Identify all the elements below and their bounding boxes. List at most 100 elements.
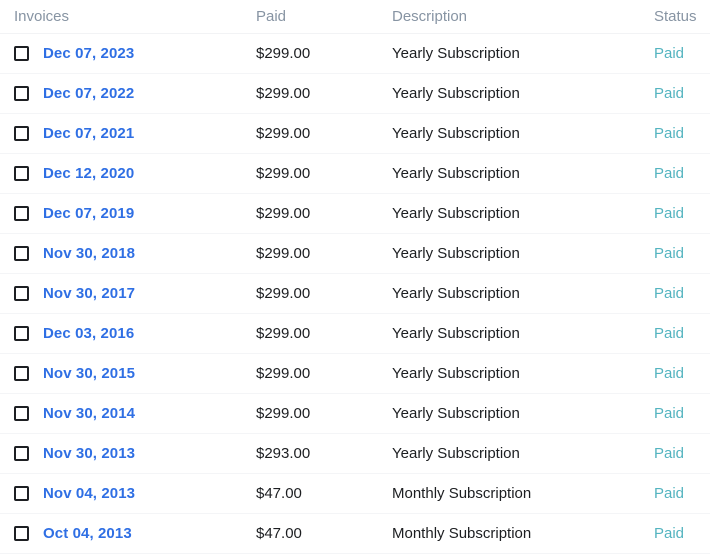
invoice-date-link[interactable]: Dec 12, 2020	[43, 165, 134, 182]
invoice-description: Yearly Subscription	[392, 393, 654, 434]
invoice-cell-content: Dec 07, 2019	[14, 205, 256, 222]
invoice-amount: $299.00	[256, 33, 392, 74]
checkbox-unchecked-icon[interactable]	[14, 286, 29, 301]
invoice-date-link[interactable]: Nov 04, 2013	[43, 485, 135, 502]
invoice-description: Yearly Subscription	[392, 73, 654, 114]
invoice-amount: $299.00	[256, 313, 392, 354]
invoice-cell: Dec 07, 2021	[0, 113, 256, 154]
table-row: Nov 30, 2015 $299.00 Yearly Subscription Pa…	[0, 353, 710, 394]
invoice-description: Yearly Subscription	[392, 433, 654, 474]
invoice-cell: Nov 30, 2018	[0, 233, 256, 274]
invoice-date-link[interactable]: Dec 07, 2021	[43, 125, 134, 142]
invoice-cell: Dec 07, 2019	[0, 193, 256, 234]
invoice-cell: Dec 07, 2023	[0, 33, 256, 74]
invoice-cell: Nov 04, 2013	[0, 473, 256, 514]
table-row: Dec 03, 2016 $299.00 Yearly Subscription Pa…	[0, 313, 710, 354]
invoice-amount: $299.00	[256, 153, 392, 194]
status-badge: Paid	[654, 233, 710, 274]
status-badge: Paid	[654, 393, 710, 434]
checkbox-unchecked-icon[interactable]	[14, 526, 29, 541]
status-badge: Paid	[654, 73, 710, 114]
invoice-date-link[interactable]: Dec 07, 2022	[43, 85, 134, 102]
checkbox-unchecked-icon[interactable]	[14, 86, 29, 101]
invoice-cell-content: Dec 07, 2022	[14, 85, 256, 102]
invoices-table: Invoices Paid Description Status Dec 07,…	[0, 0, 710, 554]
invoice-amount: $299.00	[256, 233, 392, 274]
invoice-cell-content: Dec 03, 2016	[14, 325, 256, 342]
invoice-cell-content: Dec 07, 2021	[14, 125, 256, 142]
status-badge: Paid	[654, 473, 710, 514]
invoice-description: Yearly Subscription	[392, 33, 654, 74]
invoice-date-link[interactable]: Dec 03, 2016	[43, 325, 134, 342]
table-row: Dec 07, 2019 $299.00 Yearly Subscription Pa…	[0, 193, 710, 234]
checkbox-unchecked-icon[interactable]	[14, 246, 29, 261]
invoice-amount: $47.00	[256, 513, 392, 554]
invoice-cell: Dec 12, 2020	[0, 153, 256, 194]
invoice-date-link[interactable]: Dec 07, 2023	[43, 45, 134, 62]
invoice-description: Monthly Subscription	[392, 513, 654, 554]
checkbox-unchecked-icon[interactable]	[14, 326, 29, 341]
invoice-description: Yearly Subscription	[392, 353, 654, 394]
invoice-cell: Dec 03, 2016	[0, 313, 256, 354]
table-row: Nov 30, 2013 $293.00 Yearly Subscription Pa…	[0, 433, 710, 474]
table-row: Oct 04, 2013 $47.00 Monthly Subscription Pa…	[0, 513, 710, 554]
invoice-cell-content: Dec 07, 2023	[14, 45, 256, 62]
checkbox-unchecked-icon[interactable]	[14, 406, 29, 421]
invoices-table-header: Invoices Paid Description Status	[0, 0, 710, 34]
table-row: Nov 30, 2017 $299.00 Yearly Subscription Pa…	[0, 273, 710, 314]
table-header-row: Invoices Paid Description Status	[0, 0, 710, 34]
invoice-description: Yearly Subscription	[392, 233, 654, 274]
checkbox-unchecked-icon[interactable]	[14, 46, 29, 61]
invoice-date-link[interactable]: Nov 30, 2018	[43, 245, 135, 262]
column-header-status: Status	[654, 0, 710, 34]
checkbox-unchecked-icon[interactable]	[14, 126, 29, 141]
status-badge: Paid	[654, 33, 710, 74]
invoice-cell-content: Nov 30, 2015	[14, 365, 256, 382]
table-row: Dec 12, 2020 $299.00 Yearly Subscription Pa…	[0, 153, 710, 194]
status-badge: Paid	[654, 113, 710, 154]
invoice-amount: $299.00	[256, 73, 392, 114]
invoice-date-link[interactable]: Nov 30, 2014	[43, 405, 135, 422]
status-badge: Paid	[654, 313, 710, 354]
invoice-description: Yearly Subscription	[392, 113, 654, 154]
invoice-amount: $47.00	[256, 473, 392, 514]
checkbox-unchecked-icon[interactable]	[14, 206, 29, 221]
checkbox-unchecked-icon[interactable]	[14, 166, 29, 181]
invoice-cell-content: Dec 12, 2020	[14, 165, 256, 182]
invoice-cell: Nov 30, 2017	[0, 273, 256, 314]
invoice-amount: $293.00	[256, 433, 392, 474]
column-header-description: Description	[392, 0, 654, 34]
status-badge: Paid	[654, 433, 710, 474]
invoice-cell-content: Nov 30, 2013	[14, 445, 256, 462]
invoice-description: Yearly Subscription	[392, 313, 654, 354]
invoice-cell: Nov 30, 2013	[0, 433, 256, 474]
invoice-cell-content: Oct 04, 2013	[14, 525, 256, 542]
invoice-amount: $299.00	[256, 273, 392, 314]
invoice-date-link[interactable]: Nov 30, 2015	[43, 365, 135, 382]
invoice-cell: Nov 30, 2015	[0, 353, 256, 394]
checkbox-unchecked-icon[interactable]	[14, 486, 29, 501]
invoice-description: Yearly Subscription	[392, 153, 654, 194]
invoice-cell-content: Nov 30, 2017	[14, 285, 256, 302]
table-row: Dec 07, 2021 $299.00 Yearly Subscription Pa…	[0, 113, 710, 154]
invoice-date-link[interactable]: Nov 30, 2017	[43, 285, 135, 302]
invoice-date-link[interactable]: Nov 30, 2013	[43, 445, 135, 462]
status-badge: Paid	[654, 513, 710, 554]
checkbox-unchecked-icon[interactable]	[14, 366, 29, 381]
invoice-amount: $299.00	[256, 113, 392, 154]
status-badge: Paid	[654, 353, 710, 394]
status-badge: Paid	[654, 153, 710, 194]
status-badge: Paid	[654, 273, 710, 314]
table-row: Nov 30, 2018 $299.00 Yearly Subscription Pa…	[0, 233, 710, 274]
invoice-amount: $299.00	[256, 353, 392, 394]
checkbox-unchecked-icon[interactable]	[14, 446, 29, 461]
invoice-cell-content: Nov 30, 2018	[14, 245, 256, 262]
invoice-amount: $299.00	[256, 393, 392, 434]
table-row: Dec 07, 2023 $299.00 Yearly Subscription Pa…	[0, 33, 710, 74]
invoice-amount: $299.00	[256, 193, 392, 234]
invoice-description: Yearly Subscription	[392, 273, 654, 314]
invoices-table-body: Dec 07, 2023 $299.00 Yearly Subscription Pa…	[0, 33, 710, 554]
invoice-date-link[interactable]: Dec 07, 2019	[43, 205, 134, 222]
invoice-cell: Nov 30, 2014	[0, 393, 256, 434]
invoice-date-link[interactable]: Oct 04, 2013	[43, 525, 132, 542]
